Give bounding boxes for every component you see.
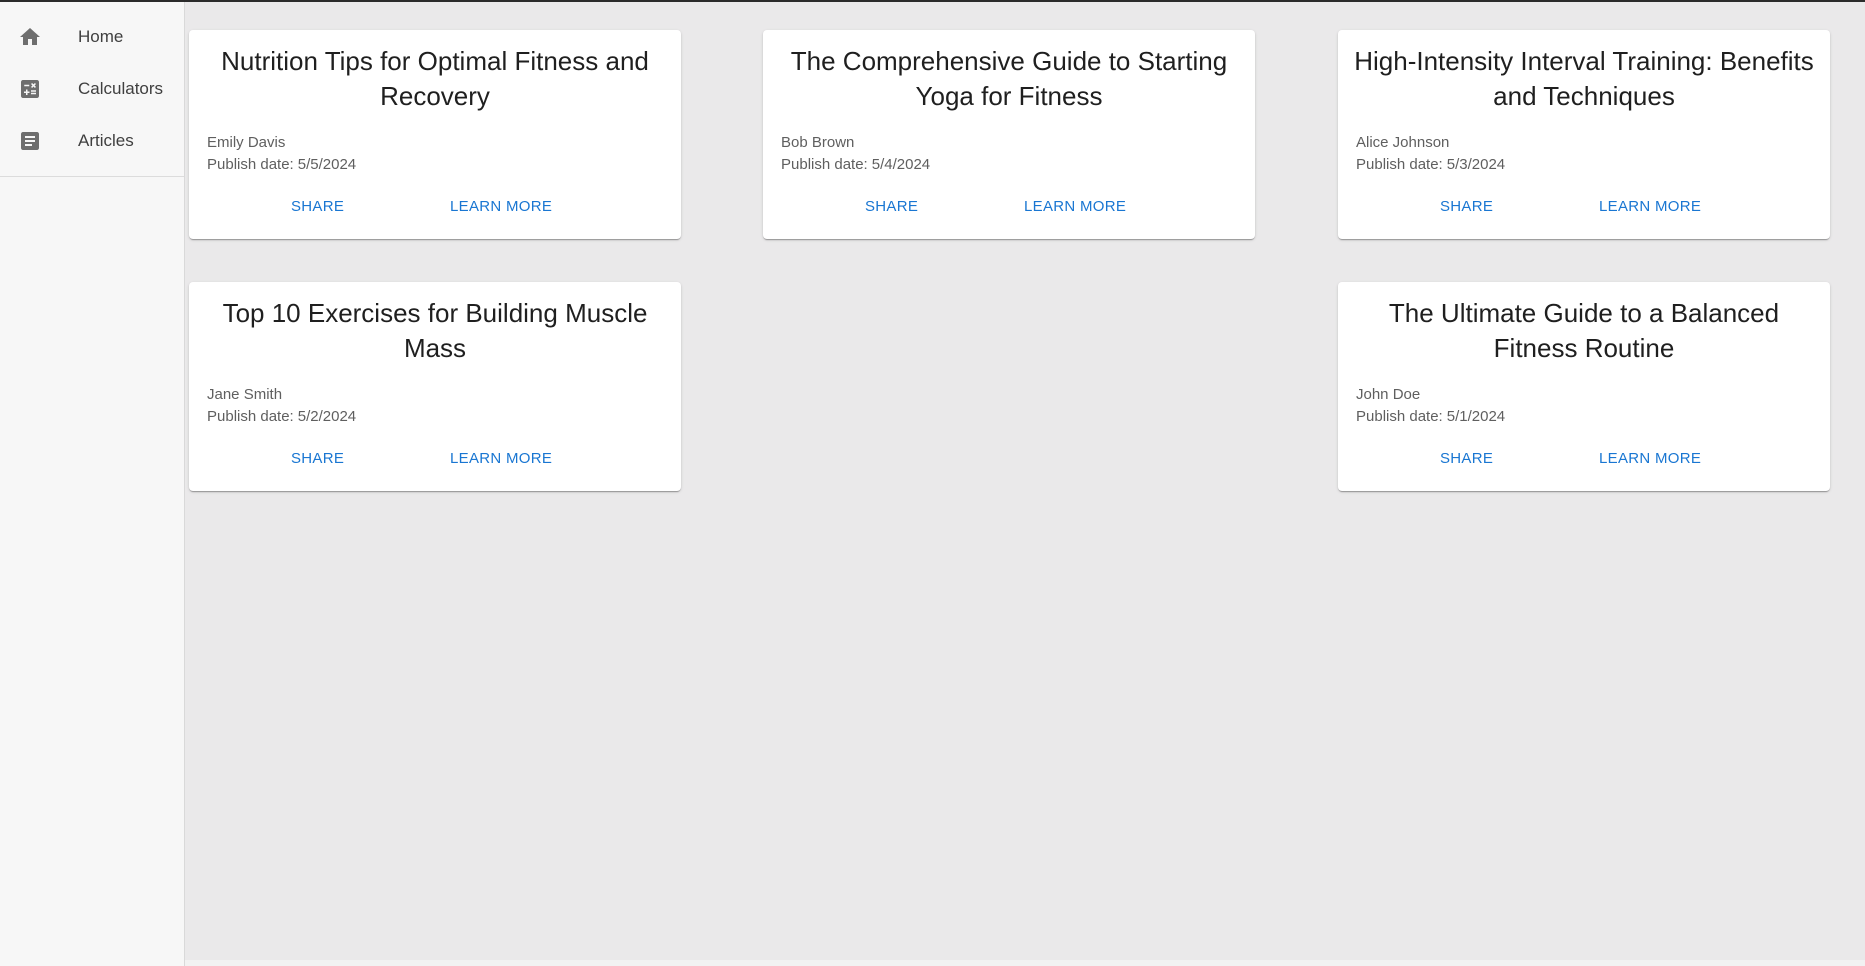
article-publish-date: Publish date: 5/5/2024 <box>207 156 356 173</box>
article-card: High-Intensity Interval Training: Benefi… <box>1338 30 1830 239</box>
article-publish-date: Publish date: 5/3/2024 <box>1356 156 1505 173</box>
publish-date-value: 5/5/2024 <box>297 156 357 173</box>
publish-date-label: Publish date: <box>1356 156 1443 173</box>
article-title: High-Intensity Interval Training: Benefi… <box>1354 46 1814 111</box>
sidebar-item-label: Calculators <box>78 79 164 98</box>
home-icon <box>0 25 78 49</box>
article-card: The Comprehensive Guide to Starting Yoga… <box>763 30 1255 239</box>
sidebar-nav: Home Calculators Articles <box>0 2 184 177</box>
article-publish-date: Publish date: 5/2/2024 <box>207 408 356 425</box>
article-card: The Ultimate Guide to a Balanced Fitness… <box>1338 282 1830 491</box>
publish-date-label: Publish date: <box>781 156 868 173</box>
publish-date-value: 5/1/2024 <box>1446 408 1506 425</box>
article-author: Emily Davis <box>207 134 286 151</box>
publish-date-label: Publish date: <box>207 156 294 173</box>
article-author: Jane Smith <box>207 386 283 403</box>
bottom-scrollbar-track <box>185 960 1865 966</box>
learn-more-button[interactable]: LEARN MORE <box>1599 450 1701 467</box>
sidebar-item-label: Home <box>78 27 124 46</box>
share-button[interactable]: SHARE <box>1440 198 1493 215</box>
sidebar: Home Calculators Articles <box>0 2 185 966</box>
calculator-icon <box>0 77 78 101</box>
article-icon <box>0 129 78 153</box>
learn-more-button[interactable]: LEARN MORE <box>450 198 552 215</box>
article-author: Alice Johnson <box>1356 134 1450 151</box>
article-card: Top 10 Exercises for Building Muscle Mas… <box>189 282 681 491</box>
publish-date-value: 5/3/2024 <box>1446 156 1506 173</box>
learn-more-button[interactable]: LEARN MORE <box>1024 198 1126 215</box>
sidebar-item-home[interactable]: Home <box>0 11 184 63</box>
publish-date-value: 5/4/2024 <box>871 156 931 173</box>
article-title: The Comprehensive Guide to Starting Yoga… <box>790 46 1228 111</box>
sidebar-item-label: Articles <box>78 131 134 150</box>
learn-more-button[interactable]: LEARN MORE <box>1599 198 1701 215</box>
share-button[interactable]: SHARE <box>291 198 344 215</box>
articles-grid: Nutrition Tips for Optimal Fitness and R… <box>185 2 1865 960</box>
article-title: Nutrition Tips for Optimal Fitness and R… <box>221 46 649 111</box>
publish-date-value: 5/2/2024 <box>297 408 357 425</box>
sidebar-item-articles[interactable]: Articles <box>0 115 184 167</box>
share-button[interactable]: SHARE <box>1440 450 1493 467</box>
sidebar-item-calculators[interactable]: Calculators <box>0 63 184 115</box>
learn-more-button[interactable]: LEARN MORE <box>450 450 552 467</box>
publish-date-label: Publish date: <box>1356 408 1443 425</box>
article-title: The Ultimate Guide to a Balanced Fitness… <box>1388 298 1780 363</box>
share-button[interactable]: SHARE <box>865 198 918 215</box>
publish-date-label: Publish date: <box>207 408 294 425</box>
article-author: John Doe <box>1356 386 1421 403</box>
article-author: Bob Brown <box>781 134 855 151</box>
article-card: Nutrition Tips for Optimal Fitness and R… <box>189 30 681 239</box>
article-publish-date: Publish date: 5/4/2024 <box>781 156 930 173</box>
article-title: Top 10 Exercises for Building Muscle Mas… <box>222 298 648 363</box>
article-publish-date: Publish date: 5/1/2024 <box>1356 408 1505 425</box>
share-button[interactable]: SHARE <box>291 450 344 467</box>
